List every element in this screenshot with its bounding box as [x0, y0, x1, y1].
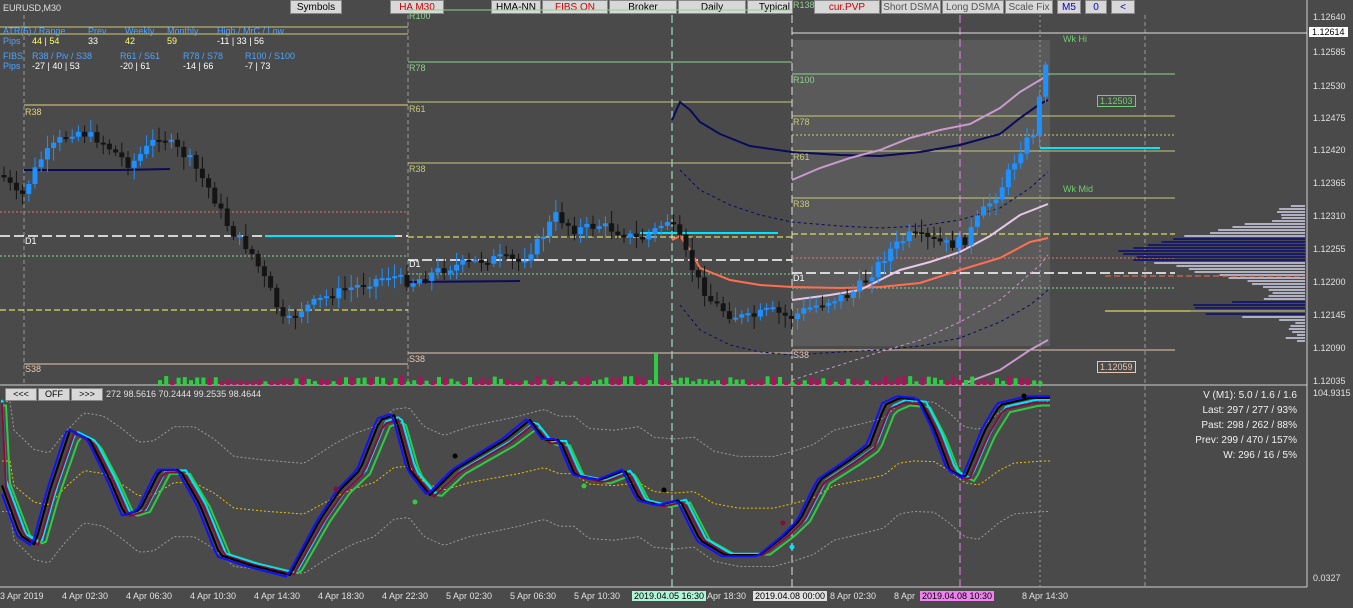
monthly-label: Monthly	[167, 26, 199, 36]
price-tick: 1.12035	[1313, 376, 1346, 386]
level-s38-b: S38	[793, 350, 810, 360]
time-tick: 5 Apr 06:30	[510, 591, 557, 601]
level-d1-left: D1	[25, 236, 37, 246]
current-price-tag: 1.12614	[1309, 27, 1348, 37]
price-tick: 1.12090	[1313, 343, 1346, 353]
time-tick: 3 Apr 2019	[0, 591, 44, 601]
stat-line: Last: 297 / 277 / 93%	[1202, 405, 1297, 416]
time-marker-3: 2019.04.08 10:30	[920, 591, 995, 601]
time-tick: 8 Apr 14:30	[1022, 591, 1069, 601]
session-zone	[792, 40, 1050, 346]
time-tick: 4 Apr 14:30	[254, 591, 301, 601]
nav-off-button[interactable]: OFF	[38, 388, 70, 401]
level-r100-b: R100	[793, 75, 815, 85]
oscillator-axis-bottom: 0.0327	[1313, 573, 1341, 583]
time-tick: 4 Apr 02:30	[62, 591, 109, 601]
stat-line: W: 296 / 16 / 5%	[1223, 450, 1297, 461]
label-wk-mid: Wk Mid	[1063, 184, 1093, 194]
level-d1: D1	[409, 259, 421, 269]
price-tick: 1.12255	[1313, 244, 1346, 254]
chart-canvas	[0, 0, 1308, 588]
prev-value: 33	[88, 36, 99, 46]
r100-s100-label: R100 / S100	[245, 51, 296, 61]
atr-value: 44 | 54	[32, 36, 60, 46]
price-tick: 1.12145	[1313, 310, 1346, 320]
price-tick: 1.12640	[1313, 12, 1346, 22]
r100-s100-value: -7 | 73	[245, 61, 271, 71]
price-tick: 1.12200	[1313, 277, 1346, 287]
time-marker-2: 2019.04.08 00:00	[753, 591, 828, 601]
price-tick: 1.12530	[1313, 81, 1346, 91]
level-r138: R138	[793, 0, 815, 10]
oscillator-values: 272 98.5616 70.2444 99.2535 98.4644	[106, 389, 262, 399]
price-tick: 1.12420	[1313, 145, 1346, 155]
time-tick: 4 Apr 06:30	[126, 591, 173, 601]
level-r78: R78	[409, 63, 426, 73]
volume-bars	[158, 353, 1043, 385]
price-tick: 1.12475	[1313, 113, 1346, 123]
level-r100: R100	[409, 11, 431, 21]
oscillator-pane	[1, 393, 1050, 578]
r61-s61-label: R61 / S61	[120, 51, 161, 61]
stat-line: Prev: 299 / 470 / 157%	[1195, 435, 1297, 446]
level-s38: S38	[409, 354, 426, 364]
level-r61: R61	[409, 104, 426, 114]
weekly-value: 42	[125, 36, 136, 46]
r78-s78-label: R78 / S78	[183, 51, 224, 61]
chart-title: EURUSD,M30	[3, 3, 62, 13]
monthly-value: 59	[167, 36, 178, 46]
time-tick: 4 Apr 22:30	[382, 591, 429, 601]
level-r78-b: R78	[793, 117, 810, 127]
label-wk-hi: Wk Hi	[1063, 34, 1087, 44]
nav-next-button[interactable]: >>>	[71, 388, 103, 401]
weekly-label: Weekly	[125, 26, 155, 36]
time-tick: 5 Apr 18:30	[700, 591, 747, 601]
level-r38: R38	[409, 164, 426, 174]
time-tick: 8 Apr	[894, 591, 916, 601]
time-tick: 5 Apr 10:30	[574, 591, 621, 601]
level-r38-left: R38	[25, 107, 42, 117]
nav-prev-button[interactable]: <<<	[5, 388, 37, 401]
prev-label: Prev	[88, 26, 107, 36]
oscillator-axis-top: 104.9315	[1313, 388, 1351, 398]
price-tag-2: 1.12059	[1097, 361, 1136, 373]
r61-s61-value: -20 | 61	[120, 61, 151, 71]
stat-line: Past: 298 / 262 / 88%	[1201, 420, 1297, 431]
time-tick: 8 Apr 02:30	[830, 591, 877, 601]
atr-label: ATR(5) / Range	[3, 26, 66, 36]
r38-piv-s38-value: -27 | 40 | 53	[32, 61, 80, 71]
price-tick: 1.12365	[1313, 178, 1346, 188]
time-tick: 4 Apr 10:30	[190, 591, 237, 601]
level-s38-left: S38	[25, 364, 42, 374]
price-tick: 1.12585	[1313, 47, 1346, 57]
time-tick: 4 Apr 18:30	[318, 591, 365, 601]
level-r61-b: R61	[793, 152, 810, 162]
price-tick: 1.12310	[1313, 211, 1346, 221]
stat-line: V (M1): 5.0 / 1.6 / 1.6	[1203, 390, 1297, 401]
high-mrc-low-label: High / MrC / Low	[217, 26, 285, 36]
time-tick: 5 Apr 02:30	[446, 591, 493, 601]
pips-label-2: Pips	[3, 61, 21, 71]
time-marker-1: 2019.04.05 16:30	[632, 591, 707, 601]
fibs-label: FIBS	[3, 51, 24, 61]
pips-label: Pips	[3, 36, 21, 46]
r38-piv-s38-label: R38 / Piv / S38	[32, 51, 93, 61]
r78-s78-value: -14 | 66	[183, 61, 214, 71]
high-mrc-low-value: -11 | 33 | 56	[217, 36, 265, 46]
level-r38-b: R38	[793, 199, 810, 209]
price-tag-1: 1.12503	[1097, 95, 1136, 107]
level-d1-b: D1	[793, 273, 805, 283]
